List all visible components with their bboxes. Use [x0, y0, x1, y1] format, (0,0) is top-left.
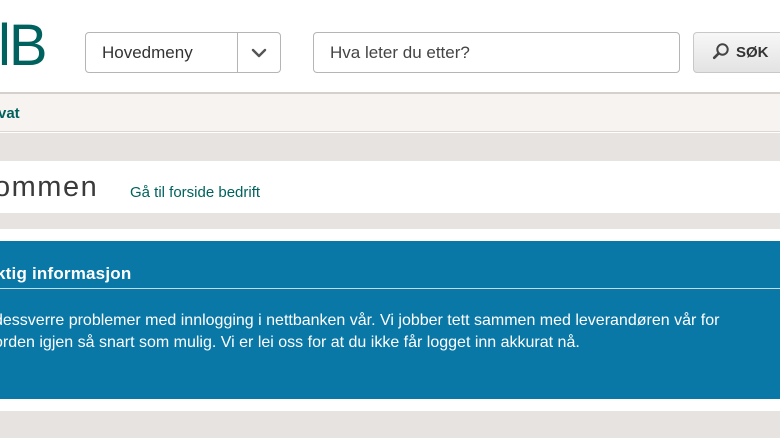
page-title: ommen	[0, 171, 99, 203]
business-frontpage-link[interactable]: Gå til forside bedrift	[130, 184, 260, 201]
alert-message-line: orden igjen så snart som mulig. Vi er le…	[0, 334, 580, 351]
title-row: ommen Gå til forside bedrift	[0, 161, 780, 213]
spacer-band	[0, 213, 780, 229]
main-menu-dropdown[interactable]: Hovedmeny	[85, 32, 281, 73]
alert-message: dessverre problemer med innlogging i net…	[0, 310, 780, 354]
search-input[interactable]	[313, 32, 680, 73]
alert-divider	[0, 288, 780, 289]
search-button[interactable]: SØK	[693, 32, 780, 73]
spacer	[0, 229, 780, 241]
spacer-band	[0, 133, 780, 161]
primary-nav: vat	[0, 94, 780, 132]
important-info-alert: ktig informasjon dessverre problemer med…	[0, 241, 780, 399]
chevron-down-icon[interactable]	[237, 33, 280, 72]
bank-logo[interactable]: lB	[0, 14, 48, 78]
spacer	[0, 399, 780, 411]
alert-title: ktig informasjon	[0, 264, 132, 283]
search-button-label: SØK	[736, 44, 769, 61]
spacer-band	[0, 411, 780, 438]
search-icon	[712, 42, 730, 64]
site-header: lB Hovedmeny SØK	[0, 0, 780, 93]
nav-item-privat[interactable]: vat	[0, 105, 20, 122]
main-menu-label: Hovedmeny	[102, 43, 193, 62]
alert-message-line: dessverre problemer med innlogging i net…	[0, 312, 720, 329]
